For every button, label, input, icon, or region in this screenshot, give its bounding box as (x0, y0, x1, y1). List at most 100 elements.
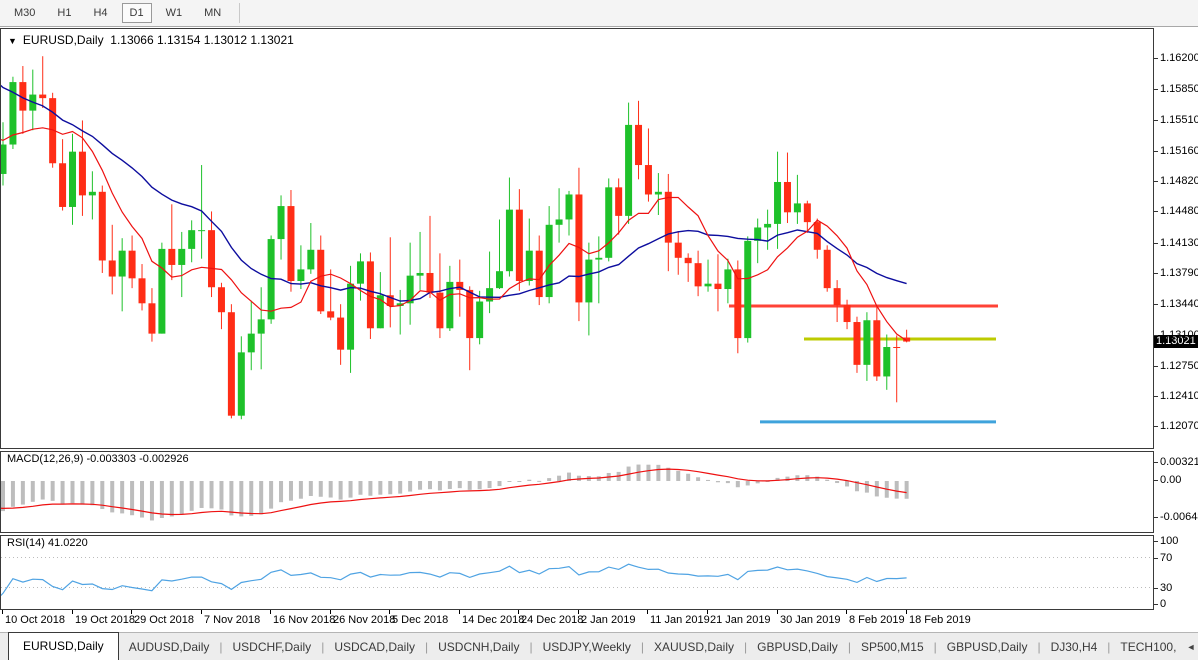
chart-dropdown-icon[interactable]: ▼ (8, 36, 17, 46)
macd-bar (180, 481, 184, 514)
toolbar-separator (239, 3, 240, 23)
candle-body (655, 192, 662, 195)
macd-bar (378, 481, 382, 495)
main-chart-svg[interactable] (1, 29, 1153, 448)
candle-body (844, 305, 851, 322)
macd-bar (269, 481, 273, 509)
candle-body (635, 125, 642, 165)
macd-bar (80, 481, 84, 505)
candle-body (228, 312, 235, 415)
date-label: 14 Dec 2018 (462, 614, 524, 626)
candle-body (506, 210, 513, 272)
price-axis-tick (1154, 181, 1158, 182)
rsi-label: RSI(14) 41.0220 (7, 537, 88, 549)
tab-scroll-left-icon[interactable]: ◄ (1186, 642, 1198, 652)
tab-usdcnh-daily[interactable]: USDCNH,Daily (428, 636, 529, 658)
date-tick (906, 610, 907, 614)
candle-body (764, 224, 771, 228)
candle-body (337, 318, 344, 350)
macd-bar (865, 481, 869, 493)
price-axis-label: 1.15850 (1160, 83, 1198, 95)
price-axis-label: 1.13100 (1160, 329, 1198, 341)
time-axis: 10 Oct 201819 Oct 201829 Oct 20187 Nov 2… (0, 610, 1154, 632)
macd-bar (448, 481, 452, 489)
date-label: 30 Jan 2019 (780, 614, 841, 626)
macd-bar (517, 481, 521, 482)
candle-body (724, 269, 731, 289)
tab-eurusd-daily[interactable]: EURUSD,Daily (8, 632, 119, 660)
date-label: 29 Oct 2018 (134, 614, 194, 626)
macd-bar (210, 481, 214, 508)
macd-axis-label: -0.006485 (1160, 511, 1198, 523)
macd-bar (279, 481, 283, 502)
timeframe-button-h4[interactable]: H4 (85, 3, 115, 23)
candle-body (248, 334, 255, 353)
candle-body (417, 273, 424, 276)
macd-bar (785, 477, 789, 481)
timeframe-button-w1[interactable]: W1 (158, 3, 191, 23)
macd-bar (905, 481, 909, 499)
candle-body (129, 251, 136, 279)
rsi-axis-tick (1154, 558, 1158, 559)
candle-body (784, 182, 791, 212)
candle-body (139, 278, 146, 303)
tab-xauusd-daily[interactable]: XAUUSD,Daily (644, 636, 744, 658)
rsi-axis-label: 30 (1160, 582, 1172, 594)
date-tick (846, 610, 847, 614)
main-chart-panel[interactable] (0, 28, 1154, 449)
timeframe-button-d1[interactable]: D1 (122, 3, 152, 23)
chart-symbol-label: EURUSD,Daily (23, 33, 104, 47)
price-axis-column: 1.13021 1.162001.158501.155101.151601.14… (1154, 28, 1198, 632)
timeframe-button-m30[interactable]: M30 (6, 3, 43, 23)
candle-body (863, 320, 870, 365)
candle-body (307, 250, 314, 270)
date-tick (389, 610, 390, 614)
price-axis-tick (1154, 58, 1158, 59)
macd-bar (507, 481, 511, 482)
candle-body (218, 287, 225, 312)
candle-body (615, 187, 622, 216)
macd-bar (299, 481, 303, 499)
price-axis-tick (1154, 366, 1158, 367)
date-tick (131, 610, 132, 614)
candle-body (675, 243, 682, 258)
candle-body (59, 163, 66, 207)
tab-sp500-m15[interactable]: SP500,M15 (851, 636, 934, 658)
rsi-panel[interactable] (0, 535, 1154, 610)
macd-bar (408, 481, 412, 492)
tab-usdchf-daily[interactable]: USDCHF,Daily (223, 636, 322, 658)
macd-bar (90, 481, 94, 505)
date-tick (518, 610, 519, 614)
rsi-svg[interactable] (1, 536, 1153, 609)
candle-body (297, 269, 304, 281)
date-label: 24 Dec 2018 (521, 614, 583, 626)
rsi-axis-label: 100 (1160, 535, 1178, 547)
macd-axis-tick (1154, 517, 1158, 518)
tab-gbpusd-daily[interactable]: GBPUSD,Daily (937, 636, 1038, 658)
macd-bar (11, 481, 15, 507)
macd-bar (309, 481, 313, 496)
tab-usdjpy-weekly[interactable]: USDJPY,Weekly (533, 636, 641, 658)
price-axis-label: 1.13790 (1160, 267, 1198, 279)
macd-bar (249, 481, 253, 516)
macd-bar (259, 481, 263, 514)
macd-bar (150, 481, 154, 520)
macd-bar (676, 471, 680, 481)
macd-bar (458, 481, 462, 488)
macd-bar (71, 481, 75, 503)
macd-bar (110, 481, 114, 512)
macd-bar (845, 481, 849, 486)
date-label: 10 Oct 2018 (5, 614, 65, 626)
tab-tech100[interactable]: TECH100, (1110, 636, 1186, 658)
tab-usdcad-daily[interactable]: USDCAD,Daily (324, 636, 425, 658)
tab-audusd-daily[interactable]: AUDUSD,Daily (119, 636, 220, 658)
timeframe-button-h1[interactable]: H1 (49, 3, 79, 23)
tab-gbpusd-daily[interactable]: GBPUSD,Daily (747, 636, 848, 658)
macd-bar (200, 481, 204, 508)
macd-label: MACD(12,26,9) -0.003303 -0.002926 (7, 453, 189, 465)
timeframe-button-mn[interactable]: MN (196, 3, 229, 23)
macd-bar (61, 481, 65, 504)
candle-body (89, 192, 96, 196)
candle-body (168, 249, 175, 265)
tab-dj30-h4[interactable]: DJ30,H4 (1041, 636, 1108, 658)
